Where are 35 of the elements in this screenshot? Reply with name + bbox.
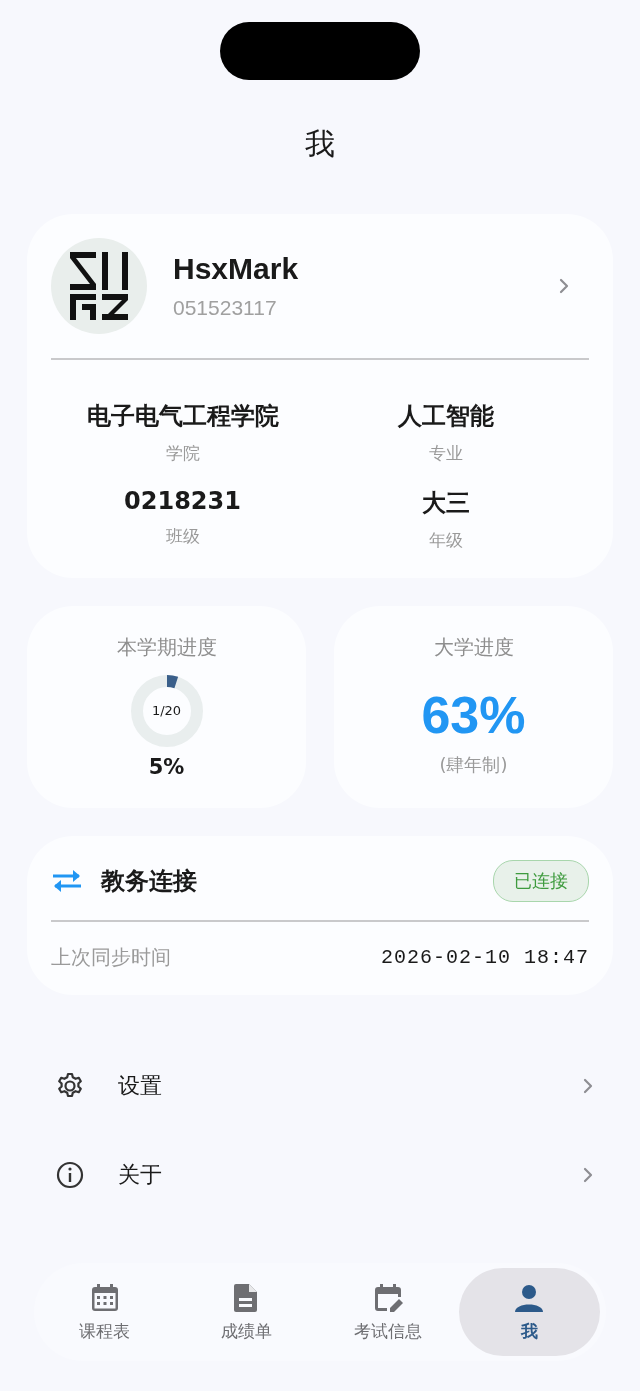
sync-time: 2026-02-10 18:47: [380, 946, 589, 969]
info-label: 专业: [428, 442, 463, 465]
tab[interactable]: 成绩单: [175, 1268, 317, 1356]
connection-title: 教务连接: [101, 866, 198, 897]
user-name: HsxMark: [173, 252, 300, 286]
profile-header[interactable]: HsxMark 051523117: [51, 238, 589, 358]
week-count: 1/20: [150, 702, 183, 720]
program-length: (肆年制): [439, 753, 508, 777]
university-percent: 63%: [421, 685, 526, 745]
info-label: 班级: [165, 525, 200, 548]
info-value: 大三: [421, 488, 470, 519]
gear-icon: [56, 1071, 84, 1100]
sync-label: 上次同步时间: [51, 944, 171, 971]
chevron-right-icon: [581, 1166, 595, 1183]
card-title: 本学期进度: [116, 634, 217, 661]
info-value: 0218231: [124, 487, 241, 515]
status-badge: 已连接: [493, 860, 589, 902]
info-icon: [56, 1160, 84, 1189]
info-value: 人工智能: [397, 401, 494, 432]
semester-percent: 5%: [148, 755, 185, 779]
info-label: 年级: [428, 529, 463, 552]
info-value: 电子电气工程学院: [86, 401, 279, 432]
card-title: 大学进度: [433, 634, 514, 661]
chevron-right-icon: [557, 278, 571, 294]
chevron-right-icon: [581, 1077, 595, 1094]
menu-item[interactable]: 关于: [27, 1130, 613, 1219]
tab[interactable]: 课程表: [34, 1268, 176, 1356]
swap-arrows-icon: [51, 868, 83, 894]
student-id: 051523117: [173, 296, 278, 320]
menu-item[interactable]: 设置: [27, 1041, 613, 1130]
logo-icon: [68, 250, 130, 322]
page-title: 我: [304, 125, 336, 163]
info-label: 学院: [165, 442, 200, 465]
tab[interactable]: 考试信息: [317, 1268, 459, 1356]
tab[interactable]: 我: [458, 1268, 600, 1356]
